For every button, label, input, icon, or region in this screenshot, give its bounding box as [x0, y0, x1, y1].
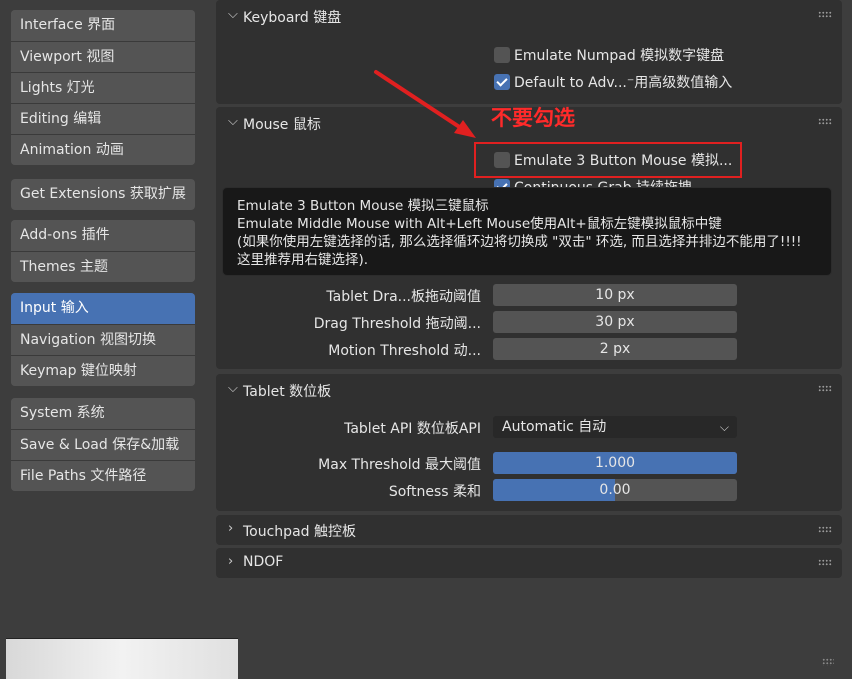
- annotation-text: 不要勾选: [491, 106, 575, 130]
- drag-grip-icon[interactable]: [818, 11, 832, 18]
- drag-threshold-label: Drag Threshold 拖动阈...: [313, 316, 481, 332]
- ndof-panel[interactable]: › NDOF: [216, 548, 842, 578]
- chevron-down-icon: ⌵: [228, 7, 238, 22]
- touchpad-panel-title: Touchpad 触控板: [243, 524, 356, 540]
- tooltip-line: (如果你使用左键选择的话, 那么选择循环边将切换成 "双击" 环选, 而且选择并…: [237, 234, 802, 250]
- sidebar-item-lights[interactable]: Lights 灯光: [11, 72, 195, 103]
- sidebar-item-themes[interactable]: Themes 主题: [11, 251, 195, 282]
- sidebar-group-general: Interface 界面 Viewport 视图 Lights 灯光 Editi…: [11, 10, 195, 165]
- motion-threshold-field[interactable]: 2 px: [493, 338, 737, 360]
- sidebar-item-navigation[interactable]: Navigation 视图切换: [11, 324, 195, 355]
- chevron-right-icon: ›: [228, 521, 234, 536]
- tablet-api-dropdown[interactable]: Automatic 自动 ⌵: [493, 416, 737, 438]
- drag-threshold-field[interactable]: 30 px: [493, 311, 737, 333]
- drag-grip-icon[interactable]: [818, 118, 832, 125]
- sidebar-group-input: Input 输入 Navigation 视图切换 Keymap 键位映射: [11, 293, 195, 386]
- emulate-numpad-label: Emulate Numpad 模拟数字键盘: [514, 48, 725, 64]
- keyboard-panel-title: Keyboard 键盘: [243, 10, 342, 26]
- tablet-panel: ⌵ Tablet 数位板 Tablet API 数位板API Automatic…: [216, 374, 842, 511]
- tooltip: Emulate 3 Button Mouse 模拟三键鼠标 Emulate Mi…: [222, 187, 832, 276]
- tooltip-line: Emulate Middle Mouse with Alt+Left Mouse…: [237, 216, 722, 232]
- keyboard-panel: ⌵ Keyboard 键盘 Emulate Numpad 模拟数字键盘 Defa…: [216, 0, 842, 104]
- tablet-drag-field[interactable]: 10 px: [493, 284, 737, 306]
- sidebar-item-input[interactable]: Input 输入: [11, 293, 195, 324]
- tablet-panel-header[interactable]: ⌵ Tablet 数位板: [216, 374, 842, 406]
- tablet-api-label: Tablet API 数位板API: [344, 421, 481, 437]
- max-threshold-slider[interactable]: 1.000: [493, 452, 737, 474]
- keyboard-panel-header[interactable]: ⌵ Keyboard 键盘: [216, 0, 842, 32]
- sidebar-item-keymap[interactable]: Keymap 键位映射: [11, 355, 195, 386]
- sidebar-item-animation[interactable]: Animation 动画: [11, 134, 195, 165]
- default-adv-checkbox[interactable]: [494, 74, 510, 90]
- sidebar-item-editing[interactable]: Editing 编辑: [11, 103, 195, 134]
- drag-grip-icon[interactable]: [818, 526, 832, 533]
- softness-fill: [493, 479, 615, 501]
- sidebar-group-extensions: Get Extensions 获取扩展: [11, 179, 195, 210]
- chevron-down-icon: ⌵: [228, 381, 238, 396]
- softness-slider[interactable]: 0.00: [493, 479, 737, 501]
- annotation-highlight-box: [474, 142, 742, 178]
- emulate-numpad-checkbox[interactable]: [494, 47, 510, 63]
- ndof-panel-title: NDOF: [243, 554, 284, 570]
- annotation-arrow-icon: [374, 70, 476, 138]
- max-threshold-label: Max Threshold 最大阈值: [318, 457, 481, 473]
- softness-label: Softness 柔和: [388, 484, 481, 500]
- motion-threshold-label: Motion Threshold 动...: [328, 343, 481, 359]
- tablet-drag-label: Tablet Dra...板拖动阈值: [326, 289, 481, 305]
- sidebar-item-file-paths[interactable]: File Paths 文件路径: [11, 460, 195, 491]
- drag-grip-icon[interactable]: [818, 385, 832, 392]
- sidebar-item-viewport[interactable]: Viewport 视图: [11, 41, 195, 72]
- chevron-down-icon: ⌵: [228, 114, 238, 129]
- resize-grip-icon[interactable]: [822, 658, 834, 666]
- tablet-drag-value: 10 px: [595, 287, 635, 303]
- tooltip-line: 这里推荐用右键选择).: [237, 252, 369, 268]
- preferences-sidebar: Interface 界面 Viewport 视图 Lights 灯光 Editi…: [0, 0, 238, 679]
- sidebar-item-get-extensions[interactable]: Get Extensions 获取扩展: [11, 179, 195, 210]
- mouse-panel-title: Mouse 鼠标: [243, 117, 321, 133]
- sidebar-group-system: System 系统 Save & Load 保存&加载 File Paths 文…: [11, 398, 195, 491]
- drag-threshold-value: 30 px: [595, 314, 635, 330]
- default-adv-label: Default to Adv...⁻用高级数值输入: [514, 75, 733, 91]
- sidebar-item-save-load[interactable]: Save & Load 保存&加载: [11, 429, 195, 460]
- tablet-panel-title: Tablet 数位板: [243, 384, 332, 400]
- sidebar-item-system[interactable]: System 系统: [11, 398, 195, 429]
- sidebar-item-interface[interactable]: Interface 界面: [11, 10, 195, 41]
- touchpad-panel[interactable]: › Touchpad 触控板: [216, 515, 842, 545]
- tablet-api-value: Automatic 自动: [502, 419, 607, 435]
- chevron-down-icon: ⌵: [719, 420, 729, 434]
- max-threshold-value: 1.000: [594, 455, 636, 471]
- motion-threshold-value: 2 px: [599, 341, 631, 357]
- thumbnail-preview: [6, 638, 238, 679]
- sidebar-item-addons[interactable]: Add-ons 插件: [11, 220, 195, 251]
- tooltip-title: Emulate 3 Button Mouse 模拟三键鼠标: [237, 198, 489, 214]
- drag-grip-icon[interactable]: [818, 559, 832, 566]
- softness-value: 0.00: [599, 482, 631, 498]
- preferences-main: ⌵ Keyboard 键盘 Emulate Numpad 模拟数字键盘 Defa…: [216, 0, 842, 668]
- chevron-right-icon: ›: [228, 554, 234, 569]
- sidebar-group-addons: Add-ons 插件 Themes 主题: [11, 220, 195, 282]
